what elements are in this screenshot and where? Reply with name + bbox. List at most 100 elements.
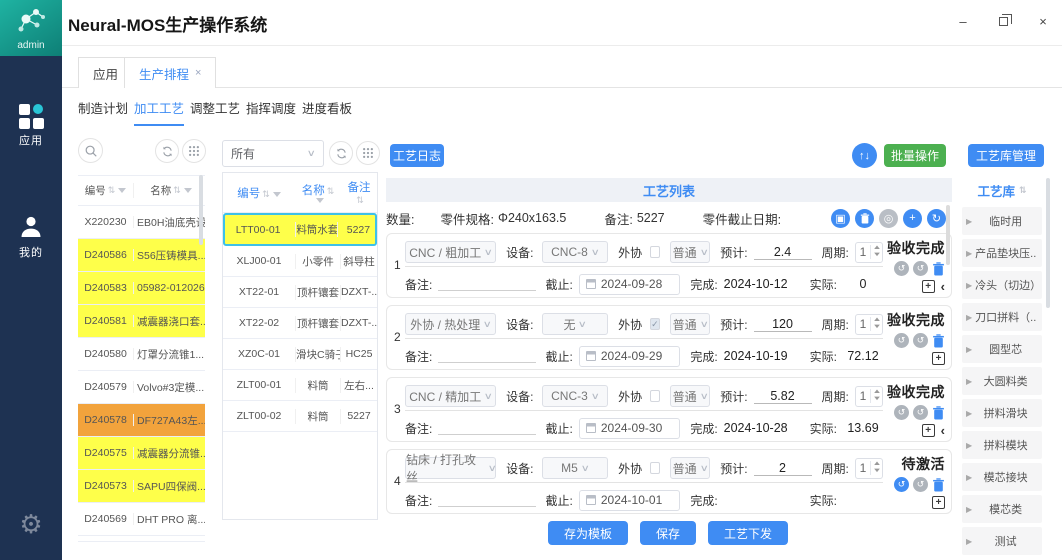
library-item[interactable]: ▶冷头（切边） (962, 271, 1042, 299)
outsource-checkbox[interactable] (650, 246, 660, 258)
minimize-button[interactable]: – (952, 10, 974, 32)
table-row[interactable]: ZLT00-02料筒5227 (223, 401, 377, 432)
revert-icon[interactable]: ↺ (913, 333, 928, 348)
sort-icon[interactable]: ⇅ (173, 185, 181, 196)
library-item[interactable]: ▶临时用 (962, 207, 1042, 235)
note-input[interactable] (438, 493, 535, 507)
delete-button[interactable] (855, 209, 874, 228)
note-input[interactable] (438, 349, 535, 363)
dispatch-button[interactable]: 工艺下发 (708, 521, 788, 545)
table-row[interactable]: D240579Volvo#3定模... (78, 371, 205, 404)
sort-icon[interactable]: ⇅ (262, 189, 270, 199)
trash-icon[interactable] (932, 478, 945, 492)
process-scrollbar[interactable] (946, 205, 950, 265)
outsource-checkbox[interactable] (650, 390, 660, 402)
trash-icon[interactable] (932, 334, 945, 348)
priority-select[interactable]: 普通∨ (670, 313, 710, 335)
priority-select[interactable]: 普通∨ (670, 241, 710, 263)
search-button[interactable] (78, 138, 103, 163)
sort-order-button[interactable]: ↑↓ (852, 143, 877, 168)
header-name[interactable]: 名称⇅ (295, 173, 341, 212)
rollback-icon[interactable]: ↺ (894, 261, 909, 276)
grid-view-button[interactable] (356, 141, 380, 165)
process-select[interactable]: CNC / 精加工∨ (405, 385, 496, 407)
settings-button[interactable]: ⚙ (0, 509, 62, 540)
revert-icon[interactable]: ↺ (913, 477, 928, 492)
add-process-button[interactable]: + (903, 209, 922, 228)
process-select[interactable]: CNC / 粗加工∨ (405, 241, 496, 263)
refresh-button[interactable] (329, 141, 353, 165)
table-row[interactable]: D240575减震器分流锥... (78, 437, 205, 470)
add-plan-icon[interactable]: + (932, 352, 945, 365)
reload-button[interactable]: ↻ (927, 209, 946, 228)
due-date-input[interactable]: 2024-09-28 (579, 274, 680, 295)
table-row[interactable]: X220230EB0H油底壳设... (78, 206, 205, 239)
filter-icon[interactable] (118, 188, 126, 193)
filter-select[interactable]: 所有 ∨ (222, 140, 324, 167)
device-select[interactable]: 无∨ (542, 313, 609, 335)
app-logo[interactable]: admin (0, 0, 62, 56)
add-plan-icon[interactable]: + (922, 280, 935, 293)
add-plan-icon[interactable]: + (922, 424, 935, 437)
rollback-icon[interactable]: ↺ (894, 333, 909, 348)
subnav-manufacturing-plan[interactable]: 制造计划 (78, 98, 128, 124)
refresh-button[interactable] (155, 139, 179, 163)
device-select[interactable]: M5∨ (542, 457, 609, 479)
table-row[interactable]: D240569DHT PRO 离... (78, 503, 205, 536)
filter-icon[interactable] (184, 188, 192, 193)
note-input[interactable] (438, 421, 535, 435)
header-code[interactable]: 编号⇅ (223, 173, 295, 212)
filter-icon[interactable] (316, 198, 324, 203)
batch-operation-button[interactable]: 批量操作 (884, 144, 946, 167)
library-item[interactable]: ▶拼料模块 (962, 431, 1042, 459)
library-item[interactable]: ▶刀口拼料（... (962, 303, 1042, 331)
table-row[interactable]: D240581减震器浇口套... (78, 305, 205, 338)
table-row[interactable]: XZ0C-01滑块C骑子HC25 (223, 339, 377, 370)
subnav-adjust-process[interactable]: 调整工艺 (190, 98, 240, 124)
revert-icon[interactable]: ↺ (913, 261, 928, 276)
trash-icon[interactable] (932, 262, 945, 276)
subnav-machining-process[interactable]: 加工工艺 (134, 98, 184, 126)
table-row[interactable]: XT22-02顶杆镶套DZXT-... (223, 308, 377, 339)
collapse-chevron-icon[interactable]: ‹ (941, 425, 945, 437)
revert-icon[interactable]: ↺ (913, 405, 928, 420)
save-button[interactable]: 保存 (640, 521, 696, 545)
add-plan-icon[interactable]: + (932, 496, 945, 509)
table-row[interactable]: D240578DF727A43左... (78, 404, 205, 437)
estimate-input[interactable]: 2 (754, 461, 812, 476)
subnav-dispatch[interactable]: 指挥调度 (246, 98, 296, 124)
header-code[interactable]: 编号⇅ (78, 183, 134, 198)
table-row[interactable]: D240586S56压铸模具... (78, 239, 205, 272)
outsource-checkbox[interactable] (650, 462, 660, 474)
priority-select[interactable]: 普通∨ (670, 457, 710, 479)
note-input[interactable] (438, 277, 535, 291)
library-manage-button[interactable]: 工艺库管理 (968, 144, 1044, 167)
tab-production-scheduling[interactable]: 生产排程 × (124, 57, 216, 88)
collapse-chevron-icon[interactable]: ‹ (941, 281, 945, 293)
tab-close-icon[interactable]: × (195, 67, 201, 79)
library-item[interactable]: ▶测试 (962, 527, 1042, 555)
table-row[interactable]: XLJ00-01小零件斜导柱 (223, 246, 377, 277)
library-item[interactable]: ▶圆型芯 (962, 335, 1042, 363)
locate-button[interactable]: ◎ (879, 209, 898, 228)
filter-icon[interactable] (273, 192, 281, 197)
table-row[interactable]: XT22-01顶杆镶套DZXT-... (223, 277, 377, 308)
due-date-input[interactable]: 2024-09-29 (579, 346, 680, 367)
estimate-input[interactable]: 5.82 (754, 389, 812, 404)
grid-view-button[interactable] (182, 139, 206, 163)
table-row-selected[interactable]: LTT00-01料筒水套5227 (223, 213, 377, 246)
trash-icon[interactable] (932, 406, 945, 420)
close-button[interactable]: × (1032, 10, 1054, 32)
template-button[interactable]: ▣ (831, 209, 850, 228)
device-select[interactable]: CNC-3∨ (542, 385, 609, 407)
table-row[interactable]: D240573SAPU四保阀... (78, 470, 205, 503)
parts-scrollbar[interactable] (199, 175, 203, 245)
sort-icon[interactable]: ⇅ (1019, 185, 1027, 196)
outsource-checkbox-checked[interactable]: ✓ (650, 318, 660, 330)
sidebar-item-mine[interactable]: 我的 (0, 214, 62, 260)
process-select[interactable]: 钻床 / 打孔攻丝∨ (405, 457, 496, 479)
table-row[interactable]: D24058305982-012026... (78, 272, 205, 305)
due-date-input[interactable]: 2024-09-30 (579, 418, 680, 439)
sort-icon[interactable]: ⇅ (108, 185, 116, 196)
sort-icon[interactable]: ⇅ (356, 195, 364, 206)
